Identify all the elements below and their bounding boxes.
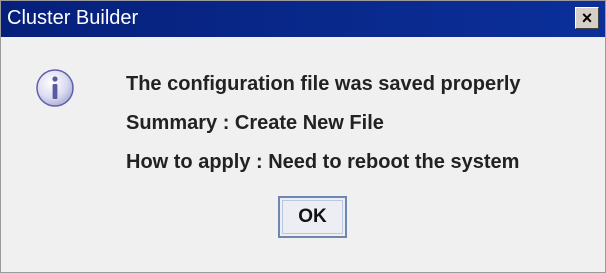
dialog-window: Cluster Builder × The configuration file… [0, 0, 606, 273]
info-icon [36, 69, 74, 107]
how-to-apply-text: How to apply : Need to reboot the system [126, 151, 520, 173]
title-bar[interactable]: Cluster Builder × [1, 1, 605, 37]
close-icon: × [581, 8, 593, 28]
close-button[interactable]: × [575, 7, 599, 29]
ok-button[interactable]: OK [278, 196, 347, 238]
window-title: Cluster Builder [7, 7, 139, 29]
message-text: The configuration file was saved properl… [126, 73, 521, 95]
summary-text: Summary : Create New File [126, 112, 384, 134]
